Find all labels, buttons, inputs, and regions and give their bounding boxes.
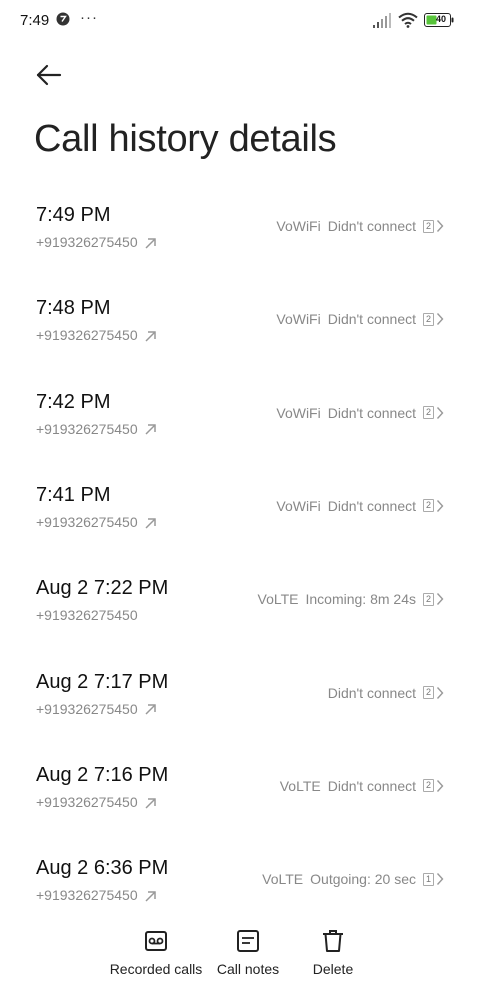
sim-badge: 2 — [423, 686, 434, 699]
call-details: VoLTE Outgoing: 20 sec 1 — [262, 871, 444, 887]
call-number-text: +919326275450 — [36, 513, 138, 530]
delete-button[interactable]: Delete — [283, 924, 383, 984]
outgoing-arrow-icon — [145, 704, 156, 715]
call-status: Didn't connect — [327, 684, 416, 701]
network-type: VoWiFi — [276, 497, 321, 514]
network-type: VoWiFi — [276, 311, 321, 328]
sim-badge: 2 — [423, 592, 434, 606]
call-details: VoLTE Incoming: 8m 24s 2 — [258, 591, 445, 607]
call-time: 7:49 PM — [36, 204, 111, 226]
call-row[interactable]: 7:41 PM +919326275450 VoWiFi Didn't connect… — [0, 466, 480, 559]
wifi-icon — [398, 12, 418, 28]
call-number-text: +919326275450 — [36, 420, 138, 437]
voicemail-tape-icon — [145, 931, 167, 951]
call-number-text: +919326275450 — [36, 607, 138, 624]
call-status: Didn't connect — [327, 311, 416, 328]
call-time: Aug 2 7:16 PM — [36, 763, 169, 786]
call-row[interactable]: 7:49 PM +919326275450 VoWiFi Didn't connect… — [0, 186, 480, 279]
call-time: 7:48 PM — [36, 297, 111, 320]
arrow-left-icon — [36, 64, 62, 86]
network-type: VoLTE — [257, 591, 299, 608]
chevron-right-icon — [436, 593, 444, 606]
call-number-text: +919326275450 — [36, 234, 138, 250]
sim-badge: 2 — [423, 779, 434, 793]
call-number: +919326275450 — [36, 607, 138, 623]
chevron-right-icon — [436, 313, 444, 326]
call-status: Didn't connect — [327, 404, 416, 421]
app-notification-icon — [56, 12, 70, 26]
back-button[interactable] — [30, 60, 66, 90]
chevron-right-icon — [436, 406, 444, 419]
outgoing-arrow-icon — [145, 238, 156, 249]
call-details: VoWiFi Didn't connect 2 — [276, 405, 444, 421]
call-time: 7:42 PM — [36, 390, 111, 413]
chevron-right-icon — [436, 779, 444, 792]
chevron-right-icon — [436, 873, 444, 886]
call-details: VoWiFi Didn't connect 2 — [276, 311, 444, 327]
outgoing-arrow-icon — [145, 517, 156, 529]
call-number-text: +919326275450 — [36, 700, 138, 717]
network-type: VoWiFi — [276, 218, 321, 234]
network-type: VoLTE — [262, 871, 304, 888]
recorded-calls-button[interactable]: Recorded calls — [106, 924, 206, 984]
outgoing-arrow-icon — [145, 797, 156, 809]
call-status: Didn't connect — [327, 497, 416, 514]
call-row[interactable]: Aug 2 7:17 PM +919326275450 Didn't connect… — [0, 653, 480, 746]
call-time: Aug 2 7:22 PM — [36, 577, 169, 600]
chevron-right-icon — [436, 220, 444, 232]
delete-label: Delete — [312, 961, 354, 977]
call-row[interactable]: Aug 2 7:16 PM +919326275450 VoLTE Didn't co… — [0, 746, 480, 839]
call-number: +919326275450 — [36, 327, 157, 343]
call-row[interactable]: 7:42 PM +919326275450 VoWiFi Didn't connect… — [0, 373, 480, 466]
recorded-calls-label: Recorded calls — [109, 961, 203, 977]
battery-level: 40 — [435, 14, 446, 24]
call-number: +919326275450 — [36, 421, 157, 437]
call-details: Didn't connect 2 — [328, 685, 444, 701]
network-type: VoLTE — [279, 777, 321, 794]
call-time: 7:41 PM — [36, 483, 111, 506]
network-type: VoWiFi — [276, 404, 321, 421]
outgoing-arrow-icon — [145, 331, 156, 342]
call-status: Outgoing: 20 sec — [310, 871, 416, 888]
call-row[interactable]: Aug 2 6:36 PM +919326275450 VoLTE Outgoing:… — [0, 839, 480, 932]
call-status: Didn't connect — [327, 218, 416, 234]
chevron-right-icon — [436, 499, 444, 512]
call-number: +919326275450 — [36, 701, 157, 717]
signal-icon — [373, 13, 391, 28]
call-details: VoLTE Didn't connect 2 — [280, 778, 444, 794]
call-number-text: +919326275450 — [36, 887, 138, 904]
call-number: +919326275450 — [36, 794, 157, 810]
page-title: Call history details — [34, 118, 337, 160]
call-number: +919326275450 — [36, 514, 157, 530]
note-icon — [237, 930, 259, 952]
call-time: Aug 2 6:36 PM — [36, 857, 169, 880]
call-status: Didn't connect — [327, 777, 416, 794]
status-more-dots: ··· — [80, 9, 98, 26]
sim-badge: 2 — [423, 499, 434, 513]
status-time: 7:49 — [20, 12, 50, 29]
call-details: VoWiFi Didn't connect 2 — [276, 218, 444, 234]
call-row[interactable]: Aug 2 7:22 PM +919326275450 VoLTE Incoming:… — [0, 559, 480, 652]
call-number-text: +919326275450 — [36, 793, 138, 810]
sim-badge: 2 — [423, 406, 434, 420]
trash-icon — [323, 930, 343, 952]
chevron-right-icon — [436, 686, 444, 699]
sim-badge: 1 — [423, 872, 434, 886]
sim-badge: 2 — [423, 219, 434, 233]
outgoing-arrow-icon — [145, 891, 156, 902]
call-number: +919326275450 — [36, 234, 157, 250]
call-status: Incoming: 8m 24s — [305, 591, 417, 608]
call-number-text: +919326275450 — [36, 327, 138, 344]
call-number: +919326275450 — [36, 887, 157, 903]
sim-badge: 2 — [423, 312, 434, 326]
call-details: VoWiFi Didn't connect 2 — [276, 498, 444, 514]
call-row[interactable]: 7:48 PM +919326275450 VoWiFi Didn't connect… — [0, 279, 480, 372]
outgoing-arrow-icon — [145, 424, 156, 435]
call-time: Aug 2 7:17 PM — [36, 670, 169, 693]
bottom-action-bar: Recorded calls Call notes Delete — [0, 924, 480, 998]
status-bar: 7:49 ··· 40 — [0, 0, 480, 44]
